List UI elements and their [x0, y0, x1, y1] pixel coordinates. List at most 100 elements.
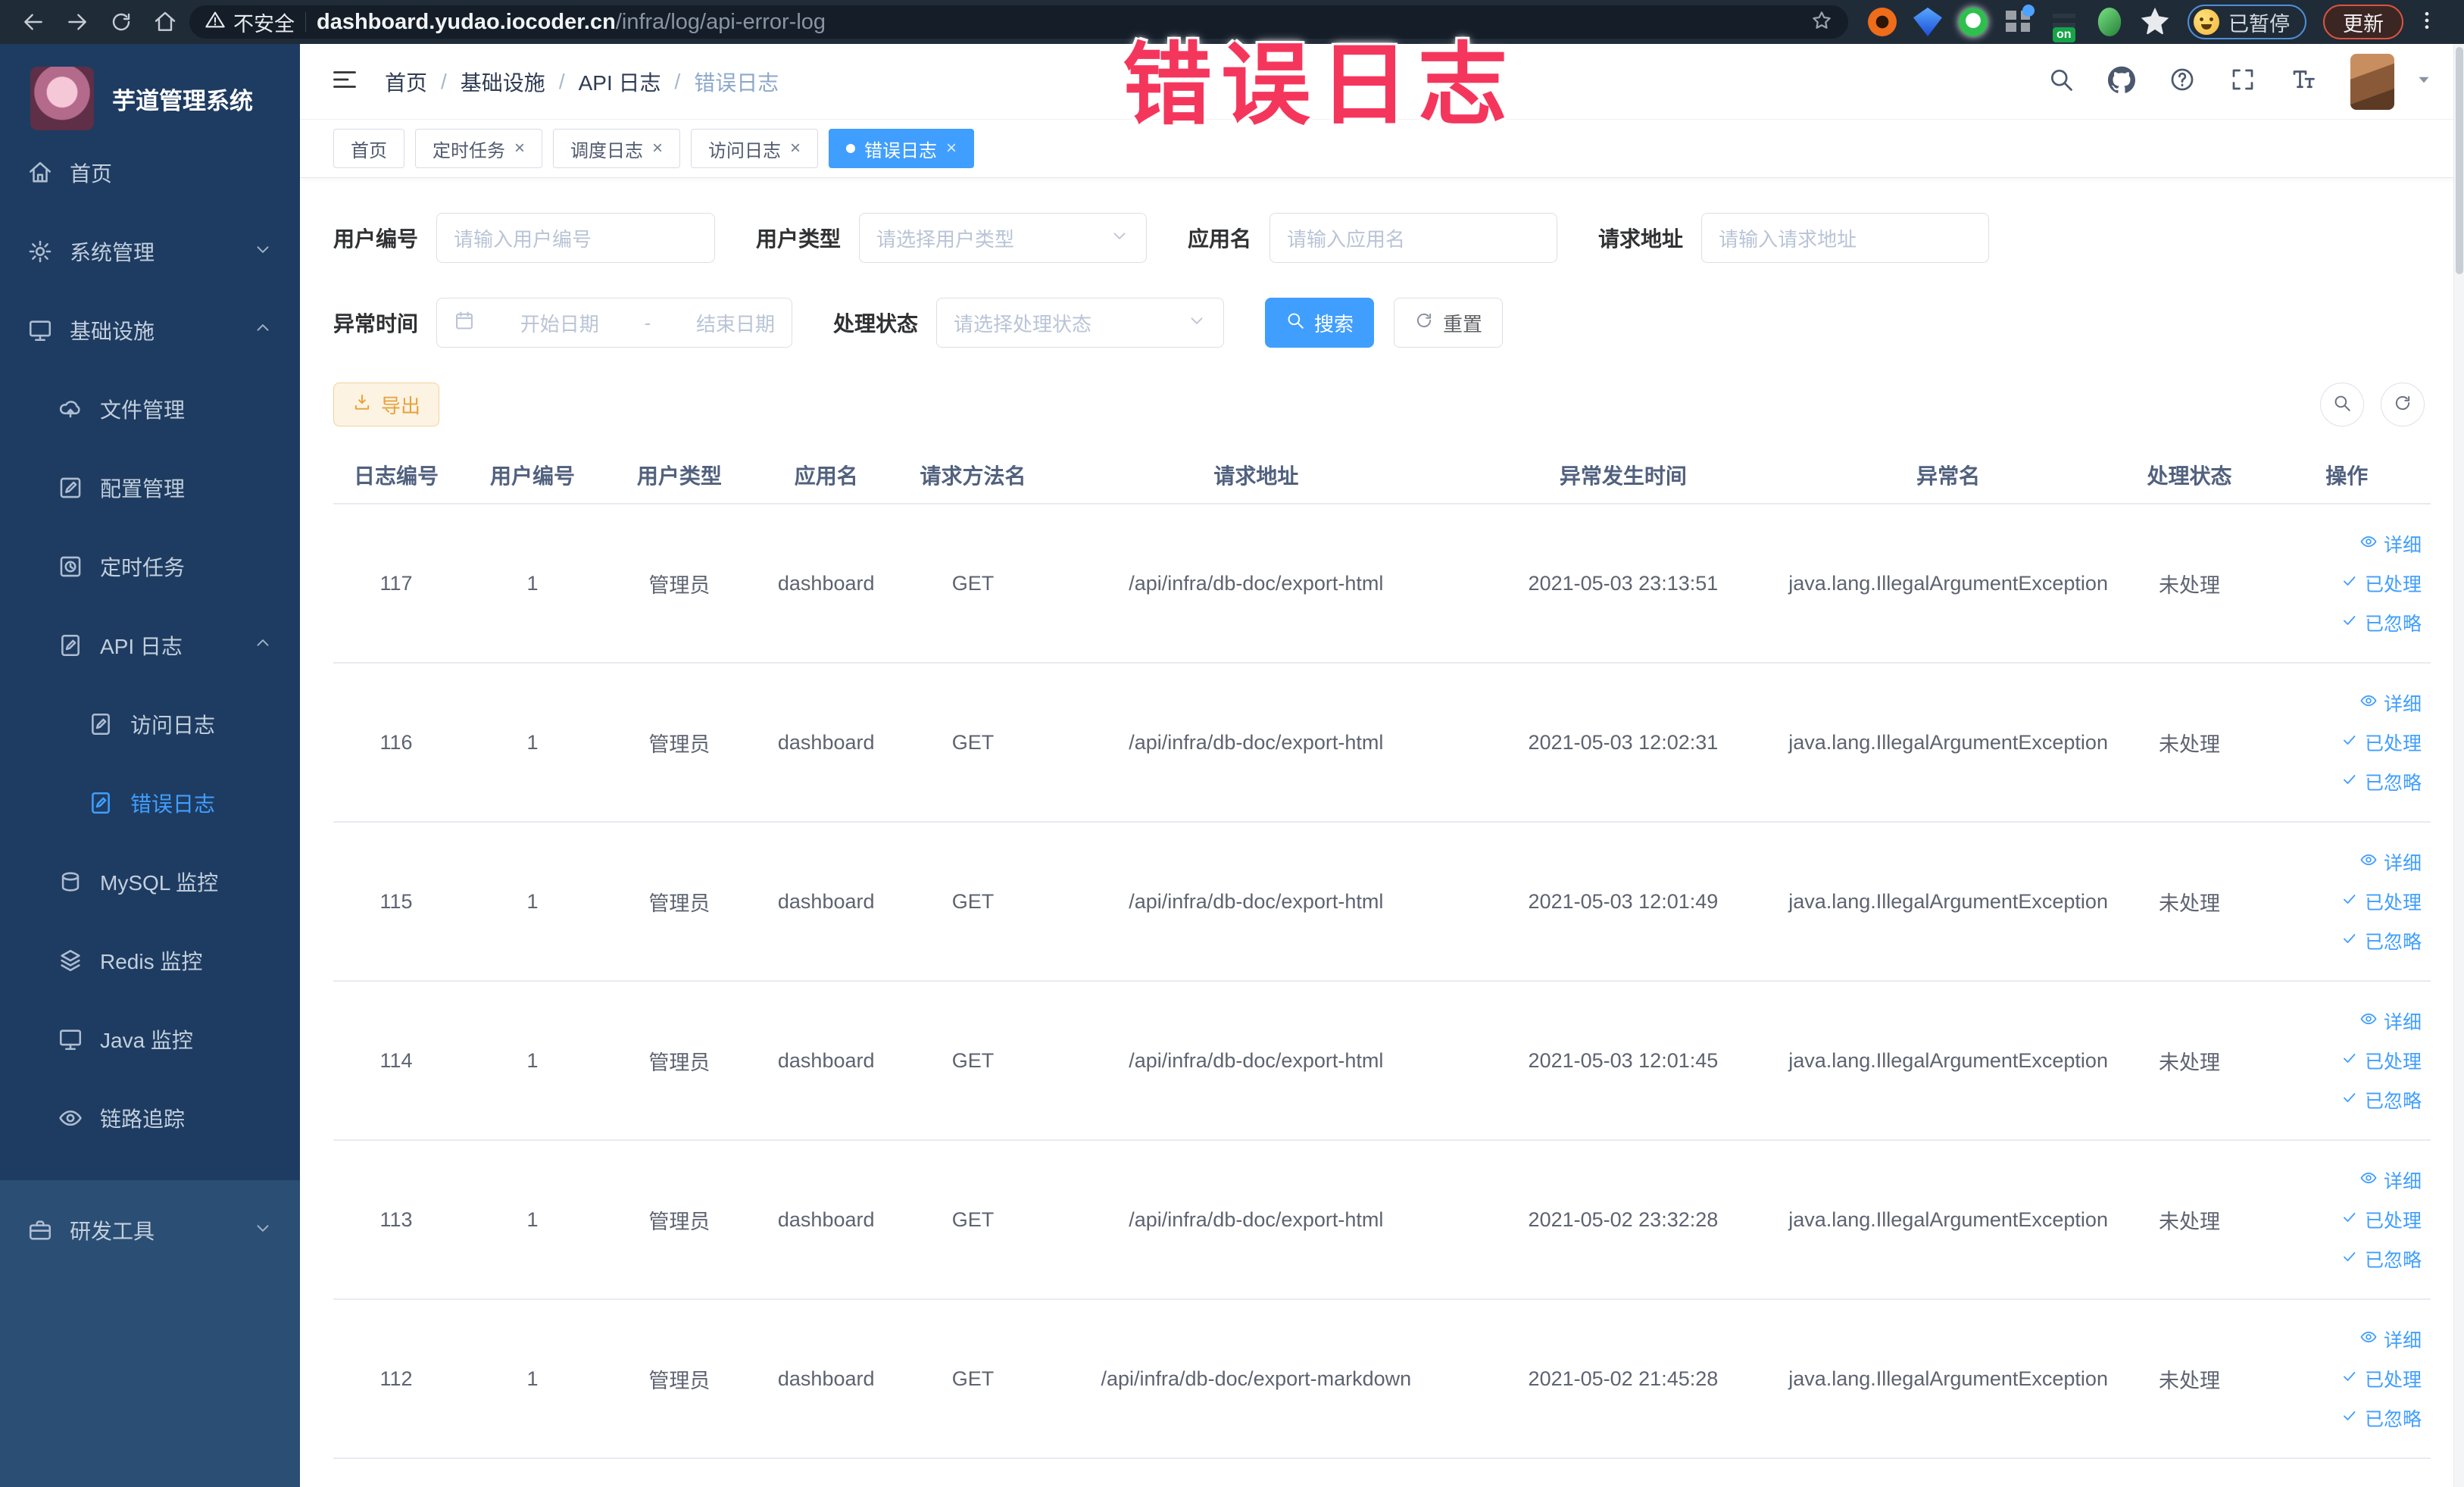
table-cell: java.lang.IllegalArgumentException	[1780, 1299, 2116, 1459]
sidebar-item-研发工具[interactable]: 研发工具	[0, 1191, 300, 1270]
refresh-table-button[interactable]	[2381, 383, 2425, 426]
ext-blue-icon[interactable]	[1913, 8, 1942, 36]
close-tab-icon[interactable]: ×	[652, 139, 663, 158]
column-header: 请求方法名	[899, 446, 1047, 505]
breadcrumb-item[interactable]: 首页	[385, 67, 427, 97]
action-详细[interactable]: 详细	[2359, 1167, 2422, 1194]
home-icon[interactable]	[145, 5, 185, 39]
ext-on-icon[interactable]	[2050, 8, 2078, 42]
action-label: 已忽略	[2364, 1409, 2422, 1430]
table-cell: /api/infra/db-doc/export-html	[1046, 663, 1466, 823]
action-已忽略[interactable]: 已忽略	[2341, 768, 2422, 795]
action-已忽略[interactable]: 已忽略	[2341, 609, 2422, 636]
search-button[interactable]: 搜索	[1265, 298, 1375, 348]
sidebar-item-label: Java 监控	[100, 1029, 193, 1052]
action-label: 已处理	[2364, 733, 2422, 754]
ext-pin-icon[interactable]	[2141, 8, 2169, 36]
export-button[interactable]: 导出	[333, 383, 440, 426]
caret-down-icon[interactable]	[2414, 70, 2434, 93]
action-详细[interactable]: 详细	[2359, 530, 2422, 558]
action-已忽略[interactable]: 已忽略	[2341, 1245, 2422, 1273]
action-已处理[interactable]: 已处理	[2341, 888, 2422, 915]
tab-定时任务[interactable]: 定时任务 ×	[415, 129, 543, 168]
gear-icon	[27, 239, 53, 264]
ext-leaf-icon[interactable]	[2097, 8, 2122, 36]
scrollbar[interactable]	[2453, 44, 2464, 1487]
actions-cell: 详细已处理已忽略	[2263, 1299, 2431, 1459]
sidebar-item-链路追踪[interactable]: 链路追踪	[0, 1079, 300, 1157]
sidebar-item-系统管理[interactable]: 系统管理	[0, 212, 300, 291]
row-actions: 详细已处理已忽略	[2269, 1007, 2425, 1114]
action-已忽略[interactable]: 已忽略	[2341, 1086, 2422, 1114]
action-已处理[interactable]: 已处理	[2341, 570, 2422, 597]
ext-green-icon[interactable]	[1959, 8, 1988, 36]
exception-time-range-picker[interactable]: 开始日期 - 结束日期	[436, 298, 793, 348]
user-avatar[interactable]	[2350, 53, 2394, 110]
ext-orange-icon[interactable]	[1868, 8, 1897, 36]
action-已处理[interactable]: 已处理	[2341, 1047, 2422, 1074]
column-header: 日志编号	[333, 446, 460, 505]
font-size-icon[interactable]	[2290, 66, 2317, 97]
table-cell: 未处理	[2116, 981, 2263, 1141]
logo-image	[30, 67, 94, 130]
doc-edit-icon	[58, 633, 83, 658]
sidebar-item-API-日志[interactable]: API 日志	[0, 606, 300, 685]
check-icon	[2341, 572, 2359, 595]
search-icon[interactable]	[2047, 66, 2075, 97]
action-已忽略[interactable]: 已忽略	[2341, 927, 2422, 954]
app-name-input[interactable]: 请输入应用名	[1269, 213, 1558, 263]
tab-错误日志[interactable]: 错误日志 ×	[829, 129, 975, 168]
action-已处理[interactable]: 已处理	[2341, 1206, 2422, 1233]
address-bar[interactable]: 不安全 dashboard.yudao.iocoder.cn/infra/log…	[189, 5, 1848, 39]
user-type-select[interactable]: 请选择用户类型	[859, 213, 1148, 263]
tab-调度日志[interactable]: 调度日志 ×	[553, 129, 681, 168]
export-button-label: 导出	[381, 394, 421, 417]
update-button[interactable]: 更新	[2323, 5, 2403, 39]
action-已处理[interactable]: 已处理	[2341, 729, 2422, 756]
sidebar-item-MySQL-监控[interactable]: MySQL 监控	[0, 842, 300, 921]
user-id-label: 用户编号	[333, 227, 419, 251]
security-chip[interactable]: 不安全	[205, 8, 295, 37]
sidebar-item-首页[interactable]: 首页	[0, 133, 300, 212]
logo-row[interactable]: 芋道管理系统	[0, 44, 300, 133]
forward-icon[interactable]	[58, 5, 97, 39]
help-icon[interactable]	[2169, 66, 2196, 97]
profile-chip[interactable]: 已暂停	[2188, 5, 2306, 39]
action-详细[interactable]: 详细	[2359, 1326, 2422, 1353]
fullscreen-icon[interactable]	[2229, 66, 2256, 97]
close-tab-icon[interactable]: ×	[946, 139, 957, 158]
sidebar-item-配置管理[interactable]: 配置管理	[0, 448, 300, 527]
sidebar-item-访问日志[interactable]: 访问日志	[0, 685, 300, 764]
reset-button[interactable]: 重置	[1394, 298, 1504, 348]
browser-menu-icon[interactable]	[2416, 9, 2438, 36]
tab-访问日志[interactable]: 访问日志 ×	[691, 129, 819, 168]
tab-首页[interactable]: 首页	[333, 129, 404, 168]
scrollbar-thumb[interactable]	[2456, 47, 2463, 274]
sidebar-item-定时任务[interactable]: 定时任务	[0, 527, 300, 606]
collapse-sidebar-icon[interactable]	[330, 65, 359, 98]
action-详细[interactable]: 详细	[2359, 848, 2422, 876]
back-icon[interactable]	[14, 5, 53, 39]
reload-icon[interactable]	[101, 5, 141, 39]
user-id-input[interactable]: 请输入用户编号	[436, 213, 716, 263]
close-tab-icon[interactable]: ×	[790, 139, 801, 158]
process-status-select[interactable]: 请选择处理状态	[936, 298, 1225, 348]
sidebar-item-Java-监控[interactable]: Java 监控	[0, 1000, 300, 1079]
close-tab-icon[interactable]: ×	[514, 139, 525, 158]
breadcrumb-item[interactable]: 基础设施	[461, 67, 545, 97]
action-已忽略[interactable]: 已忽略	[2341, 1404, 2422, 1432]
request-url-input[interactable]: 请输入请求地址	[1701, 213, 1990, 263]
bookmark-star-icon[interactable]	[1810, 9, 1833, 36]
ext-grid-icon[interactable]	[2004, 5, 2035, 36]
breadcrumb-item[interactable]: API 日志	[579, 67, 661, 97]
github-icon[interactable]	[2108, 66, 2135, 97]
sidebar-item-基础设施[interactable]: 基础设施	[0, 291, 300, 370]
action-已处理[interactable]: 已处理	[2341, 1365, 2422, 1392]
action-详细[interactable]: 详细	[2359, 1007, 2422, 1035]
sidebar-item-错误日志[interactable]: 错误日志	[0, 764, 300, 842]
sidebar-item-Redis-监控[interactable]: Redis 监控	[0, 921, 300, 1000]
sidebar-item-文件管理[interactable]: 文件管理	[0, 370, 300, 448]
action-详细[interactable]: 详细	[2359, 689, 2422, 717]
toggle-search-button[interactable]	[2320, 383, 2364, 426]
chevron-up-icon	[253, 633, 273, 658]
